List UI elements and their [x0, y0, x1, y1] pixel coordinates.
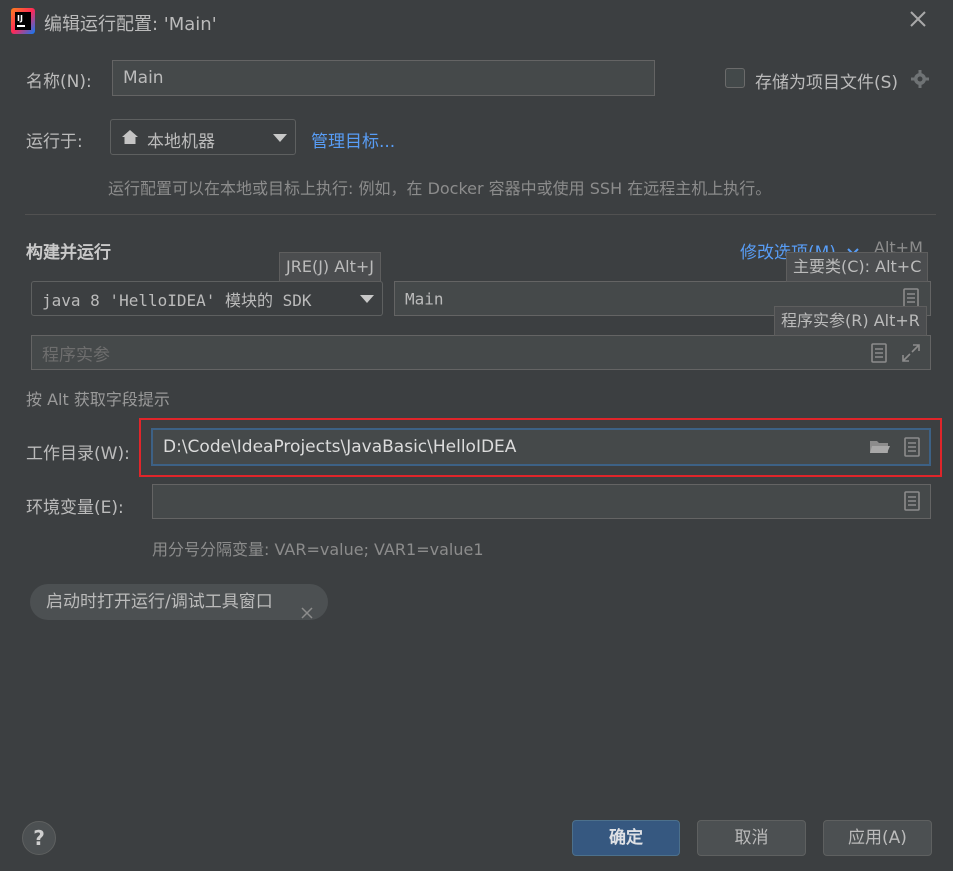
run-on-hint: 运行配置可以在本地或目标上执行: 例如，在 Docker 容器中或使用 SSH …	[108, 179, 772, 198]
store-as-project-file-label: 存储为项目文件(S)	[755, 73, 899, 93]
tooltip-jre: JRE(J) Alt+J	[279, 252, 382, 282]
document-icon[interactable]	[903, 491, 923, 511]
working-dir-value: D:\Code\IdeaProjects\JavaBasic\HelloIDEA	[163, 437, 517, 457]
divider	[25, 214, 936, 215]
tooltip-main-class: 主要类(C): Alt+C	[786, 252, 929, 282]
chevron-down-icon	[360, 295, 374, 303]
apply-button[interactable]: 应用(A)	[823, 820, 932, 856]
dialog-title: 编辑运行配置: 'Main'	[44, 14, 217, 35]
home-icon	[121, 128, 139, 146]
run-on-label: 运行于:	[26, 132, 83, 152]
env-vars-hint: 用分号分隔变量: VAR=value; VAR1=value1	[152, 540, 484, 559]
name-label: 名称(N):	[26, 72, 92, 92]
run-on-dropdown[interactable]: 本地机器	[110, 119, 296, 155]
sdk-dropdown[interactable]: java 8 'HelloIDEA' 模块的 SDK	[31, 281, 383, 316]
manage-targets-link[interactable]: 管理目标...	[311, 127, 395, 152]
expand-icon[interactable]	[901, 343, 921, 363]
working-dir-label: 工作目录(W):	[26, 444, 130, 464]
working-dir-input[interactable]: D:\Code\IdeaProjects\JavaBasic\HelloIDEA	[151, 428, 931, 466]
env-vars-label: 环境变量(E):	[26, 498, 124, 518]
help-icon[interactable]: ?	[22, 821, 56, 855]
chip-label: 启动时打开运行/调试工具窗口	[46, 592, 273, 612]
close-icon[interactable]	[905, 8, 931, 34]
cancel-button[interactable]: 取消	[697, 820, 806, 856]
document-icon[interactable]	[903, 437, 923, 457]
program-args-placeholder: 程序实参	[42, 345, 110, 365]
main-class-value: Main	[405, 289, 444, 308]
tooltip-program-args: 程序实参(R) Alt+R	[774, 306, 927, 336]
sdk-value: java 8 'HelloIDEA' 模块的 SDK	[42, 290, 312, 310]
gear-icon[interactable]	[910, 69, 930, 89]
document-icon[interactable]	[870, 343, 890, 363]
name-value: Main	[123, 68, 164, 88]
program-args-input[interactable]: 程序实参	[31, 335, 931, 370]
open-tool-window-chip[interactable]: 启动时打开运行/调试工具窗口	[30, 584, 328, 620]
ok-button[interactable]: 确定	[572, 820, 680, 856]
close-icon[interactable]	[301, 596, 313, 619]
chevron-down-icon	[847, 242, 859, 256]
env-vars-input[interactable]	[152, 484, 931, 519]
chevron-down-icon	[273, 134, 287, 142]
browse-document-icon[interactable]	[902, 288, 922, 308]
folder-icon[interactable]	[869, 438, 891, 458]
alt-hint: 按 Alt 获取字段提示	[26, 390, 170, 409]
store-as-project-file-checkbox[interactable]	[725, 68, 745, 88]
build-run-section-title: 构建并运行	[26, 243, 111, 263]
run-on-value: 本地机器	[147, 132, 215, 152]
intellij-idea-icon: IJ	[11, 8, 35, 34]
svg-text:IJ: IJ	[17, 14, 23, 23]
name-input[interactable]: Main	[112, 60, 655, 96]
